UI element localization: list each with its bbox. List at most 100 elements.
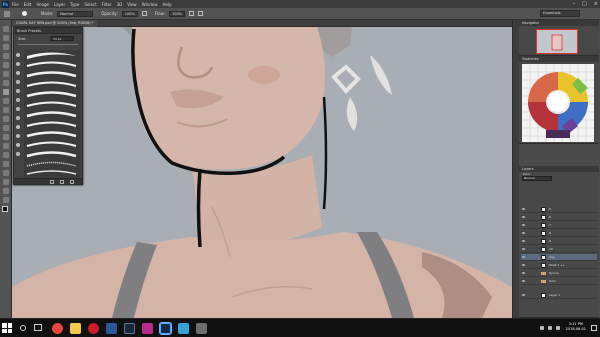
close-button[interactable]: × bbox=[594, 1, 598, 7]
swatches-title[interactable]: Swatches bbox=[519, 56, 599, 62]
menu-view[interactable]: View bbox=[127, 2, 137, 7]
airbrush-icon[interactable] bbox=[189, 11, 194, 16]
brush-tip-icon[interactable] bbox=[16, 116, 20, 120]
brush-tool-icon[interactable] bbox=[4, 10, 10, 17]
menu-window[interactable]: Window bbox=[142, 2, 158, 7]
lasso-tool-icon[interactable] bbox=[3, 44, 9, 50]
crop-tool-icon[interactable] bbox=[3, 62, 9, 68]
layer-group-row[interactable]: Ums bbox=[521, 278, 597, 285]
pen-tool-icon[interactable] bbox=[3, 152, 9, 158]
search-icon[interactable] bbox=[20, 325, 26, 331]
type-tool-icon[interactable] bbox=[3, 161, 9, 167]
toggle-brush-panel-icon[interactable] bbox=[50, 180, 54, 184]
marquee-tool-icon[interactable] bbox=[3, 35, 9, 41]
visibility-eye-icon[interactable] bbox=[522, 256, 525, 258]
blend-mode-select[interactable]: Normal bbox=[522, 176, 552, 181]
zoom-tool-icon[interactable] bbox=[3, 197, 9, 203]
dodge-tool-icon[interactable] bbox=[3, 143, 9, 149]
brush-tip-icon[interactable] bbox=[16, 62, 20, 66]
quick-select-tool-icon[interactable] bbox=[3, 53, 9, 59]
photoshop-taskbar-icon[interactable] bbox=[159, 322, 172, 335]
menu-layer[interactable]: Layer bbox=[54, 2, 65, 7]
layer-group-row[interactable]: Tyrone bbox=[521, 270, 597, 277]
delete-brush-icon[interactable] bbox=[70, 180, 74, 184]
opera-icon[interactable] bbox=[88, 323, 99, 334]
navigator-thumbnail[interactable] bbox=[536, 29, 578, 54]
canvas[interactable] bbox=[12, 27, 512, 318]
brush-tip-icon[interactable] bbox=[16, 107, 20, 111]
layer-row[interactable]: 7 bbox=[521, 222, 597, 229]
network-icon[interactable] bbox=[540, 326, 544, 330]
layer-row[interactable]: 6 bbox=[521, 214, 597, 221]
layer-row[interactable]: 8 bbox=[521, 230, 597, 237]
brush-tip-icon[interactable] bbox=[16, 89, 20, 93]
brush-tip-icon[interactable] bbox=[16, 80, 20, 84]
layer-row[interactable]: 9 bbox=[521, 238, 597, 245]
healing-tool-icon[interactable] bbox=[3, 80, 9, 86]
clock[interactable]: 3:11 PM 2018-06-01 bbox=[566, 322, 586, 332]
shape-tool-icon[interactable] bbox=[3, 179, 9, 185]
flow-field[interactable]: 100% bbox=[168, 10, 185, 17]
layer-row[interactable]: 10 bbox=[521, 246, 597, 253]
eraser-tool-icon[interactable] bbox=[3, 116, 9, 122]
new-brush-icon[interactable] bbox=[60, 180, 64, 184]
visibility-eye-icon[interactable] bbox=[522, 240, 525, 242]
steam-icon[interactable] bbox=[124, 323, 135, 334]
pressure-opacity-icon[interactable] bbox=[141, 11, 147, 16]
color-swatch-grid[interactable] bbox=[522, 64, 594, 142]
layer-row[interactable]: Layer 1 bbox=[521, 292, 597, 299]
word-icon[interactable] bbox=[106, 323, 117, 334]
brush-tip-icon[interactable] bbox=[16, 71, 20, 75]
brush-tip-icon[interactable] bbox=[16, 152, 20, 156]
menu-type[interactable]: Type bbox=[70, 2, 79, 7]
task-view-icon[interactable] bbox=[34, 324, 42, 331]
brush-tip-icon[interactable] bbox=[16, 134, 20, 138]
eyedropper-tool-icon[interactable] bbox=[3, 71, 9, 77]
brush-stroke-list[interactable] bbox=[24, 50, 80, 178]
menu-file[interactable]: File bbox=[12, 2, 19, 7]
brush-tip-icon[interactable] bbox=[16, 125, 20, 129]
visibility-eye-icon[interactable] bbox=[522, 272, 525, 274]
path-select-tool-icon[interactable] bbox=[3, 170, 9, 176]
chrome-icon[interactable] bbox=[52, 323, 63, 334]
stamp-tool-icon[interactable] bbox=[3, 98, 9, 104]
hand-tool-icon[interactable] bbox=[3, 188, 9, 194]
navigator-title[interactable]: Navigator bbox=[519, 20, 599, 26]
volume-icon[interactable] bbox=[548, 326, 552, 330]
move-tool-icon[interactable] bbox=[3, 26, 9, 32]
gradient-tool-icon[interactable] bbox=[3, 125, 9, 131]
menu-select[interactable]: Select bbox=[84, 2, 96, 7]
layer-row-selected[interactable]: line bbox=[521, 254, 597, 261]
brush-presets-title[interactable]: Brush Presets bbox=[14, 28, 82, 34]
visibility-eye-icon[interactable] bbox=[522, 264, 525, 266]
brush-size-field[interactable]: 34 px bbox=[50, 36, 74, 41]
notes-icon[interactable] bbox=[196, 323, 207, 334]
mode-select[interactable]: Normal bbox=[57, 10, 94, 17]
visibility-eye-icon[interactable] bbox=[522, 294, 525, 296]
brush-tool-icon[interactable] bbox=[3, 89, 9, 95]
minimize-button[interactable]: – bbox=[573, 1, 576, 7]
blur-tool-icon[interactable] bbox=[3, 134, 9, 140]
layers-title[interactable]: Layers bbox=[519, 166, 599, 172]
visibility-eye-icon[interactable] bbox=[522, 232, 525, 234]
menu-image[interactable]: Image bbox=[36, 2, 49, 7]
brush-tip-icon[interactable] bbox=[16, 98, 20, 102]
workspace-select[interactable]: Essentials bbox=[540, 10, 580, 17]
history-brush-tool-icon[interactable] bbox=[3, 107, 9, 113]
brush-preset-picker-icon[interactable] bbox=[22, 11, 27, 16]
brush-tip-icon[interactable] bbox=[16, 143, 20, 147]
paint-icon[interactable] bbox=[178, 323, 189, 334]
document-tab[interactable]: CHARL RAF REN.psd @ 200% (line, RGB/8) * bbox=[12, 20, 98, 27]
visibility-eye-icon[interactable] bbox=[522, 216, 525, 218]
explorer-icon[interactable] bbox=[70, 323, 81, 334]
menu-help[interactable]: Help bbox=[162, 2, 171, 7]
windows-start-icon[interactable] bbox=[2, 323, 12, 333]
layer-row[interactable]: 5 bbox=[521, 206, 597, 213]
menu-3d[interactable]: 3D bbox=[117, 2, 123, 7]
menu-edit[interactable]: Edit bbox=[24, 2, 32, 7]
opacity-field[interactable]: 100% bbox=[121, 10, 138, 17]
media-icon[interactable] bbox=[142, 323, 153, 334]
photoshop-logo[interactable]: Ps bbox=[2, 0, 9, 8]
brush-size-slider[interactable] bbox=[18, 44, 78, 45]
battery-icon[interactable] bbox=[556, 326, 560, 330]
